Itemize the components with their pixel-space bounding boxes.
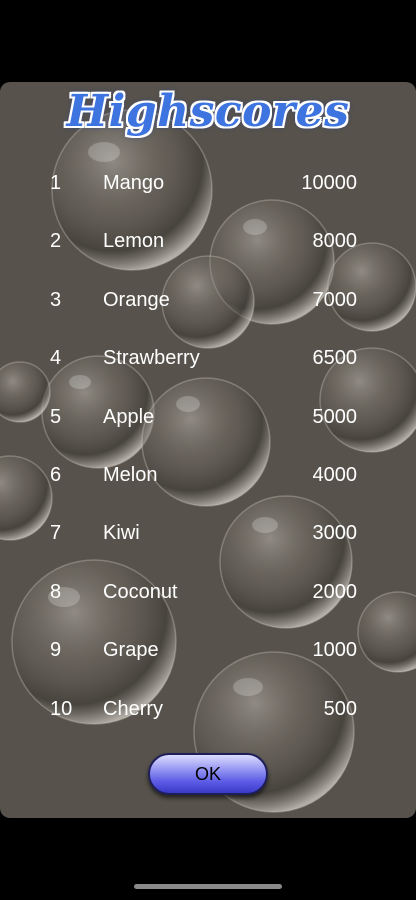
score-rank: 4 — [50, 347, 62, 370]
score-rank: 3 — [50, 288, 62, 311]
score-value: 4000 — [312, 463, 358, 486]
score-value: 10000 — [301, 172, 357, 194]
score-name: Coconut — [103, 580, 178, 603]
score-row: 5 Apple 5000 — [0, 388, 416, 446]
score-name: Strawberry — [103, 347, 200, 370]
score-row: 2 Lemon 8000 — [0, 212, 416, 270]
score-value: 6500 — [312, 347, 358, 370]
game-screen: Highscores 1 Mango 10000 2 Lemon 8000 3 … — [0, 0, 416, 900]
home-indicator[interactable] — [134, 884, 282, 889]
score-name: Orange — [103, 288, 170, 311]
score-row: 10 Cherry 500 — [0, 680, 416, 738]
score-name: Lemon — [103, 230, 165, 253]
highscores-list: 1 Mango 10000 2 Lemon 8000 3 Orange 7000… — [0, 154, 416, 738]
score-row: 6 Melon 4000 — [0, 446, 416, 504]
score-value: 3000 — [312, 522, 358, 545]
score-rank: 8 — [50, 580, 62, 603]
highscores-title: Highscores — [66, 86, 350, 137]
score-value: 2000 — [312, 580, 358, 603]
score-rank: 9 — [50, 639, 62, 662]
score-row: 7 Kiwi 3000 — [0, 504, 416, 562]
score-row: 4 Strawberry 6500 — [0, 329, 416, 387]
score-rank: 6 — [50, 463, 62, 486]
score-value: 500 — [323, 697, 357, 720]
score-rank: 1 — [50, 172, 62, 194]
highscores-panel: Highscores 1 Mango 10000 2 Lemon 8000 3 … — [0, 82, 416, 818]
score-name: Apple — [103, 405, 155, 428]
score-row: 9 Grape 1000 — [0, 621, 416, 679]
score-rank: 2 — [50, 230, 62, 253]
score-name: Grape — [103, 639, 159, 662]
score-name: Cherry — [103, 697, 164, 720]
score-value: 1000 — [312, 639, 358, 662]
score-value: 7000 — [312, 288, 358, 311]
score-row: 1 Mango 10000 — [0, 154, 416, 212]
score-value: 5000 — [312, 405, 358, 428]
ok-button[interactable]: OK — [148, 753, 268, 795]
score-value: 8000 — [312, 230, 358, 253]
score-rank: 7 — [50, 522, 62, 545]
score-name: Kiwi — [103, 522, 140, 545]
score-rank: 5 — [50, 405, 62, 428]
score-name: Melon — [103, 463, 158, 486]
score-row: 3 Orange 7000 — [0, 271, 416, 329]
score-rank: 10 — [50, 697, 73, 720]
score-name: Mango — [103, 172, 165, 194]
score-row: 8 Coconut 2000 — [0, 563, 416, 621]
